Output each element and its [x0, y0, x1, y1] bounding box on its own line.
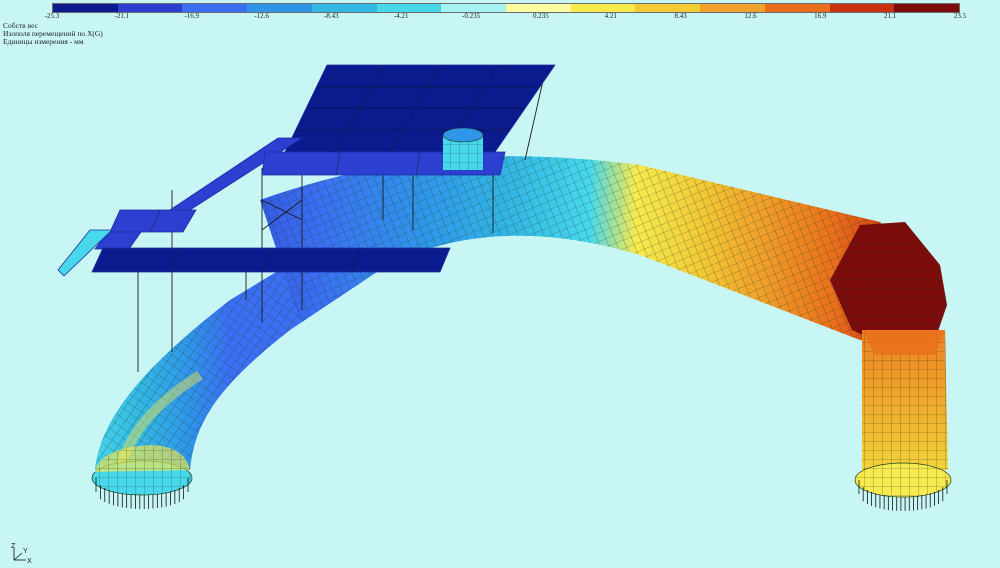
model-viewport[interactable]: -25.3 -21.1 -16.9 -12.6 -8.43 -4.21 -0.235 0.23… [0, 0, 1000, 568]
structure-model [57, 64, 952, 511]
axis-x-label: X [27, 558, 32, 565]
right-pipe-leg [862, 330, 948, 470]
axis-triad-icon: Z Y X [11, 543, 32, 565]
axis-z-label: Z [11, 543, 16, 550]
top-nozzle [442, 127, 484, 170]
axis-y-label: Y [23, 548, 28, 555]
right-footing [854, 462, 952, 498]
